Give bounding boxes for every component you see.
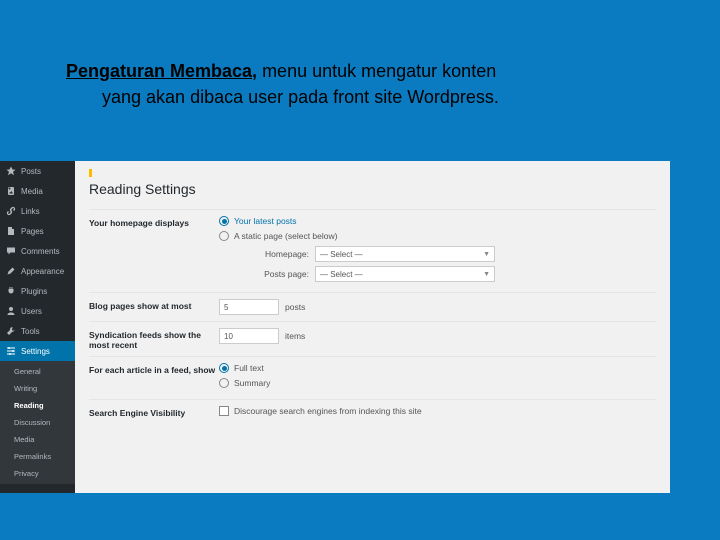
sidebar-item-label: Appearance bbox=[21, 267, 69, 276]
radio-label-latest-posts: Your latest posts bbox=[234, 216, 297, 226]
row-search-visibility: Search Engine Visibility Discourage sear… bbox=[89, 399, 656, 427]
posts-page-select-value: — Select — bbox=[320, 270, 363, 279]
sidebar-item-media[interactable]: Media bbox=[0, 181, 75, 201]
sidebar-item-label: Plugins bbox=[21, 287, 69, 296]
radio-label-summary: Summary bbox=[234, 378, 270, 388]
syndication-value: 10 bbox=[224, 332, 233, 341]
tool-icon bbox=[6, 326, 16, 336]
media-icon bbox=[6, 186, 16, 196]
submenu-item-media[interactable]: Media bbox=[0, 431, 75, 448]
radio-latest-posts[interactable]: Your latest posts bbox=[219, 216, 656, 226]
settings-icon bbox=[6, 346, 16, 356]
appearance-icon bbox=[6, 266, 16, 276]
label-article-feed: For each article in a feed, show bbox=[89, 363, 219, 375]
chevron-down-icon: ▼ bbox=[483, 251, 490, 258]
radio-label-static-page: A static page (select below) bbox=[234, 231, 337, 241]
sidebar-item-settings[interactable]: Settings bbox=[0, 341, 75, 361]
radio-summary[interactable]: Summary bbox=[219, 378, 656, 388]
sidebar-item-label: Media bbox=[21, 187, 69, 196]
label-blog-pages: Blog pages show at most bbox=[89, 299, 219, 311]
radio-icon bbox=[219, 216, 229, 226]
posts-page-select[interactable]: — Select — ▼ bbox=[315, 266, 495, 282]
admin-sidebar: Posts Media Links Pages Comments Appearance Pl… bbox=[0, 161, 75, 493]
sidebar-item-pages[interactable]: Pages bbox=[0, 221, 75, 241]
content-area: Reading Settings Your homepage displays … bbox=[75, 161, 670, 493]
sidebar-item-label: Settings bbox=[21, 347, 69, 356]
slide-title: Pengaturan Membaca, menu untuk mengatur … bbox=[66, 58, 656, 110]
sidebar-item-label: Users bbox=[21, 307, 69, 316]
homepage-select-label: Homepage: bbox=[249, 249, 309, 259]
posts-page-select-label: Posts page: bbox=[249, 269, 309, 279]
syndication-unit: items bbox=[285, 331, 305, 341]
sidebar-item-label: Posts bbox=[21, 167, 69, 176]
slide-title-rest: menu untuk mengatur konten bbox=[257, 61, 496, 81]
radio-icon bbox=[219, 378, 229, 388]
posts-page-select-row: Posts page: — Select — ▼ bbox=[249, 266, 656, 282]
radio-label-full-text: Full text bbox=[234, 363, 264, 373]
slide-title-line2: yang akan dibaca user pada front site Wo… bbox=[66, 84, 656, 110]
sidebar-item-appearance[interactable]: Appearance bbox=[0, 261, 75, 281]
blog-pages-value: 5 bbox=[224, 303, 228, 312]
page-title: Reading Settings bbox=[89, 181, 656, 197]
label-search-visibility: Search Engine Visibility bbox=[89, 406, 219, 418]
comment-icon bbox=[6, 246, 16, 256]
homepage-select-value: — Select — bbox=[320, 250, 363, 259]
radio-full-text[interactable]: Full text bbox=[219, 363, 656, 373]
checkbox-label-discourage: Discourage search engines from indexing … bbox=[234, 406, 422, 416]
homepage-select-row: Homepage: — Select — ▼ bbox=[249, 246, 656, 262]
pin-icon bbox=[6, 166, 16, 176]
radio-icon bbox=[219, 363, 229, 373]
plugin-icon bbox=[6, 286, 16, 296]
link-icon bbox=[6, 206, 16, 216]
submenu-item-privacy[interactable]: Privacy bbox=[0, 465, 75, 482]
radio-static-page[interactable]: A static page (select below) bbox=[219, 231, 656, 241]
checkbox-discourage-search[interactable]: Discourage search engines from indexing … bbox=[219, 406, 656, 416]
chevron-down-icon: ▼ bbox=[483, 271, 490, 278]
user-icon bbox=[6, 306, 16, 316]
submenu-item-discussion[interactable]: Discussion bbox=[0, 414, 75, 431]
sidebar-item-tools[interactable]: Tools bbox=[0, 321, 75, 341]
row-homepage-displays: Your homepage displays Your latest posts… bbox=[89, 209, 656, 292]
page-icon bbox=[6, 226, 16, 236]
checkbox-icon bbox=[219, 406, 229, 416]
sidebar-item-label: Pages bbox=[21, 227, 69, 236]
radio-icon bbox=[219, 231, 229, 241]
blog-pages-unit: posts bbox=[285, 302, 305, 312]
blog-pages-input[interactable]: 5 bbox=[219, 299, 279, 315]
sidebar-item-users[interactable]: Users bbox=[0, 301, 75, 321]
submenu-item-general[interactable]: General bbox=[0, 363, 75, 380]
sidebar-item-comments[interactable]: Comments bbox=[0, 241, 75, 261]
row-article-feed: For each article in a feed, show Full te… bbox=[89, 356, 656, 399]
label-homepage-displays: Your homepage displays bbox=[89, 216, 219, 228]
settings-submenu: GeneralWritingReadingDiscussionMediaPerm… bbox=[0, 361, 75, 484]
label-syndication: Syndication feeds show the most recent bbox=[89, 328, 219, 350]
sidebar-item-label: Tools bbox=[21, 327, 69, 336]
row-blog-pages: Blog pages show at most 5 posts bbox=[89, 292, 656, 321]
sidebar-item-links[interactable]: Links bbox=[0, 201, 75, 221]
row-syndication: Syndication feeds show the most recent 1… bbox=[89, 321, 656, 356]
sidebar-item-posts[interactable]: Posts bbox=[0, 161, 75, 181]
notice-bar bbox=[89, 169, 656, 177]
wordpress-admin-window: Posts Media Links Pages Comments Appearance Pl… bbox=[0, 161, 670, 493]
sidebar-item-label: Comments bbox=[21, 247, 69, 256]
submenu-item-permalinks[interactable]: Permalinks bbox=[0, 448, 75, 465]
sidebar-item-plugins[interactable]: Plugins bbox=[0, 281, 75, 301]
slide-title-bold: Pengaturan Membaca, bbox=[66, 61, 257, 81]
sidebar-item-label: Links bbox=[21, 207, 69, 216]
submenu-item-reading[interactable]: Reading bbox=[0, 397, 75, 414]
syndication-input[interactable]: 10 bbox=[219, 328, 279, 344]
homepage-select[interactable]: — Select — ▼ bbox=[315, 246, 495, 262]
submenu-item-writing[interactable]: Writing bbox=[0, 380, 75, 397]
